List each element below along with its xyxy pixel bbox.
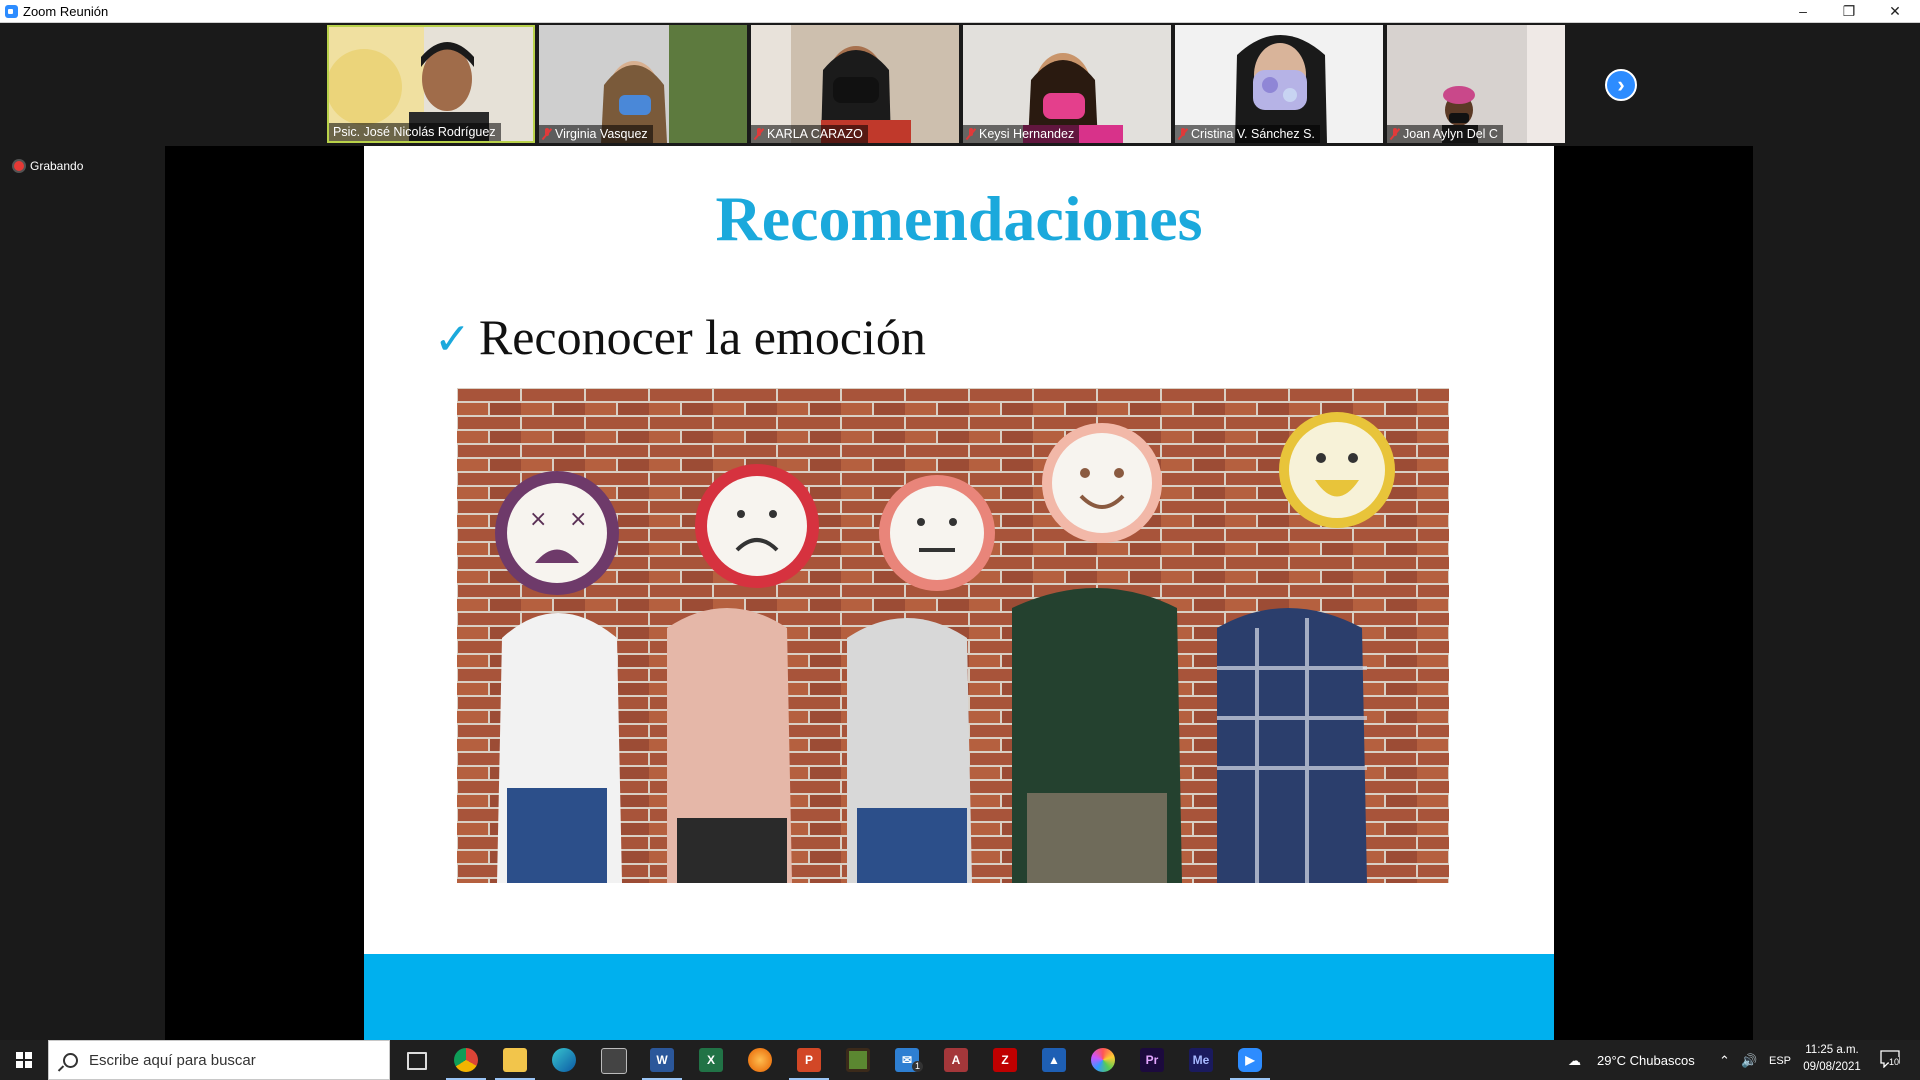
slide-bullet-text: Reconocer la emoción [478,309,926,365]
task-view-icon[interactable] [402,1045,432,1075]
next-participants-chevron-icon[interactable]: › [1605,69,1637,101]
windows-logo-icon [16,1052,32,1068]
close-button[interactable]: ✕ [1872,0,1918,22]
volume-icon[interactable]: 🔊 [1741,1053,1757,1069]
zoom-icon[interactable]: ▶ [1230,1045,1270,1080]
access-icon[interactable]: A [941,1045,971,1075]
filezilla-icon[interactable]: Z [990,1045,1020,1075]
chrome-icon[interactable] [446,1045,486,1080]
participant-tile[interactable]: Cristina V. Sánchez S. [1175,25,1383,143]
search-icon [63,1053,78,1068]
media-encoder-icon[interactable]: Me [1186,1045,1216,1075]
svg-text:×: × [529,507,547,532]
paint-icon[interactable] [1088,1045,1118,1075]
window-title: Zoom Reunión [23,4,109,19]
minecraft-icon[interactable] [843,1045,873,1075]
participant-name: Psic. José Nicolás Rodríguez [329,123,501,141]
mail-icon[interactable]: ✉ 1 [892,1045,923,1075]
window-titlebar: Zoom Reunión – ❐ ✕ [0,0,1920,23]
shared-screen: Recomendaciones ✓ Reconocer la emoción ×… [165,146,1753,1041]
slide-footer-band [364,954,1554,1041]
powerpoint-icon[interactable]: P [789,1045,829,1080]
restore-button[interactable]: ❐ [1826,0,1872,22]
windows-taskbar: Escribe aquí para buscar W X P ✉ 1 A Z ▲ … [0,1040,1920,1080]
weather-text[interactable]: 29°C Chubascos [1597,1053,1695,1068]
zoom-app-icon [5,5,18,18]
premiere-icon[interactable]: Pr [1137,1045,1167,1075]
notification-center-icon[interactable]: 10 [1880,1050,1900,1069]
slide-bullet: ✓ Reconocer la emoción [434,308,926,366]
participant-tile[interactable]: KARLA CARAZO [751,25,959,143]
participant-name: Cristina V. Sánchez S. [1175,125,1320,143]
participant-name: KARLA CARAZO [751,125,868,143]
notification-count: 10 [1889,1057,1900,1067]
zoom-meeting-area: Psic. José Nicolás Rodríguez Virginia Va… [0,23,1920,1041]
muted-mic-icon [755,128,763,139]
participant-tile[interactable]: Keysi Hernandez [963,25,1171,143]
minimize-button[interactable]: – [1780,0,1826,22]
muted-mic-icon [1391,128,1399,139]
muted-mic-icon [543,128,551,139]
slide-photo: × × [457,388,1449,883]
tray-chevron-up-icon[interactable]: ⌃ [1719,1053,1730,1069]
clock-time: 11:25 a.m. [1805,1044,1859,1056]
muted-mic-icon [967,128,975,139]
recording-dot-icon [14,161,24,171]
taskbar-search-box[interactable]: Escribe aquí para buscar [48,1040,390,1080]
photo-editor-icon[interactable]: ▲ [1039,1045,1069,1075]
emotion-faces-image: × × [457,388,1449,883]
participant-name: Joan Aylyn Del C [1387,125,1503,143]
participant-name: Virginia Vasquez [539,125,653,143]
presentation-slide: Recomendaciones ✓ Reconocer la emoción ×… [364,146,1554,1041]
taskbar-clock[interactable]: 11:25 a.m. 09/08/2021 [1787,1042,1877,1076]
weather-icon[interactable]: ☁ [1568,1053,1581,1069]
participant-tile[interactable]: Joan Aylyn Del C [1387,25,1565,143]
mail-badge: 1 [912,1061,923,1072]
store-icon[interactable] [598,1045,628,1075]
edge-icon[interactable] [549,1045,579,1075]
start-button[interactable] [0,1040,48,1080]
clock-date: 09/08/2021 [1803,1061,1861,1073]
excel-icon[interactable]: X [696,1045,726,1075]
svg-text:×: × [569,507,587,532]
word-icon[interactable]: W [642,1045,682,1080]
checkmark-icon: ✓ [434,315,471,364]
file-explorer-icon[interactable] [495,1045,535,1080]
firefox-icon[interactable] [745,1045,775,1075]
muted-mic-icon [1179,128,1187,139]
recording-label: Grabando [30,159,84,173]
search-placeholder: Escribe aquí para buscar [89,1052,256,1069]
recording-indicator: Grabando [14,159,83,173]
participant-name: Keysi Hernandez [963,125,1080,143]
participant-strip: Psic. José Nicolás Rodríguez Virginia Va… [327,25,1565,143]
participant-tile[interactable]: Virginia Vasquez [539,25,747,143]
participant-tile[interactable]: Psic. José Nicolás Rodríguez [327,25,535,143]
slide-title: Recomendaciones [715,183,1203,254]
